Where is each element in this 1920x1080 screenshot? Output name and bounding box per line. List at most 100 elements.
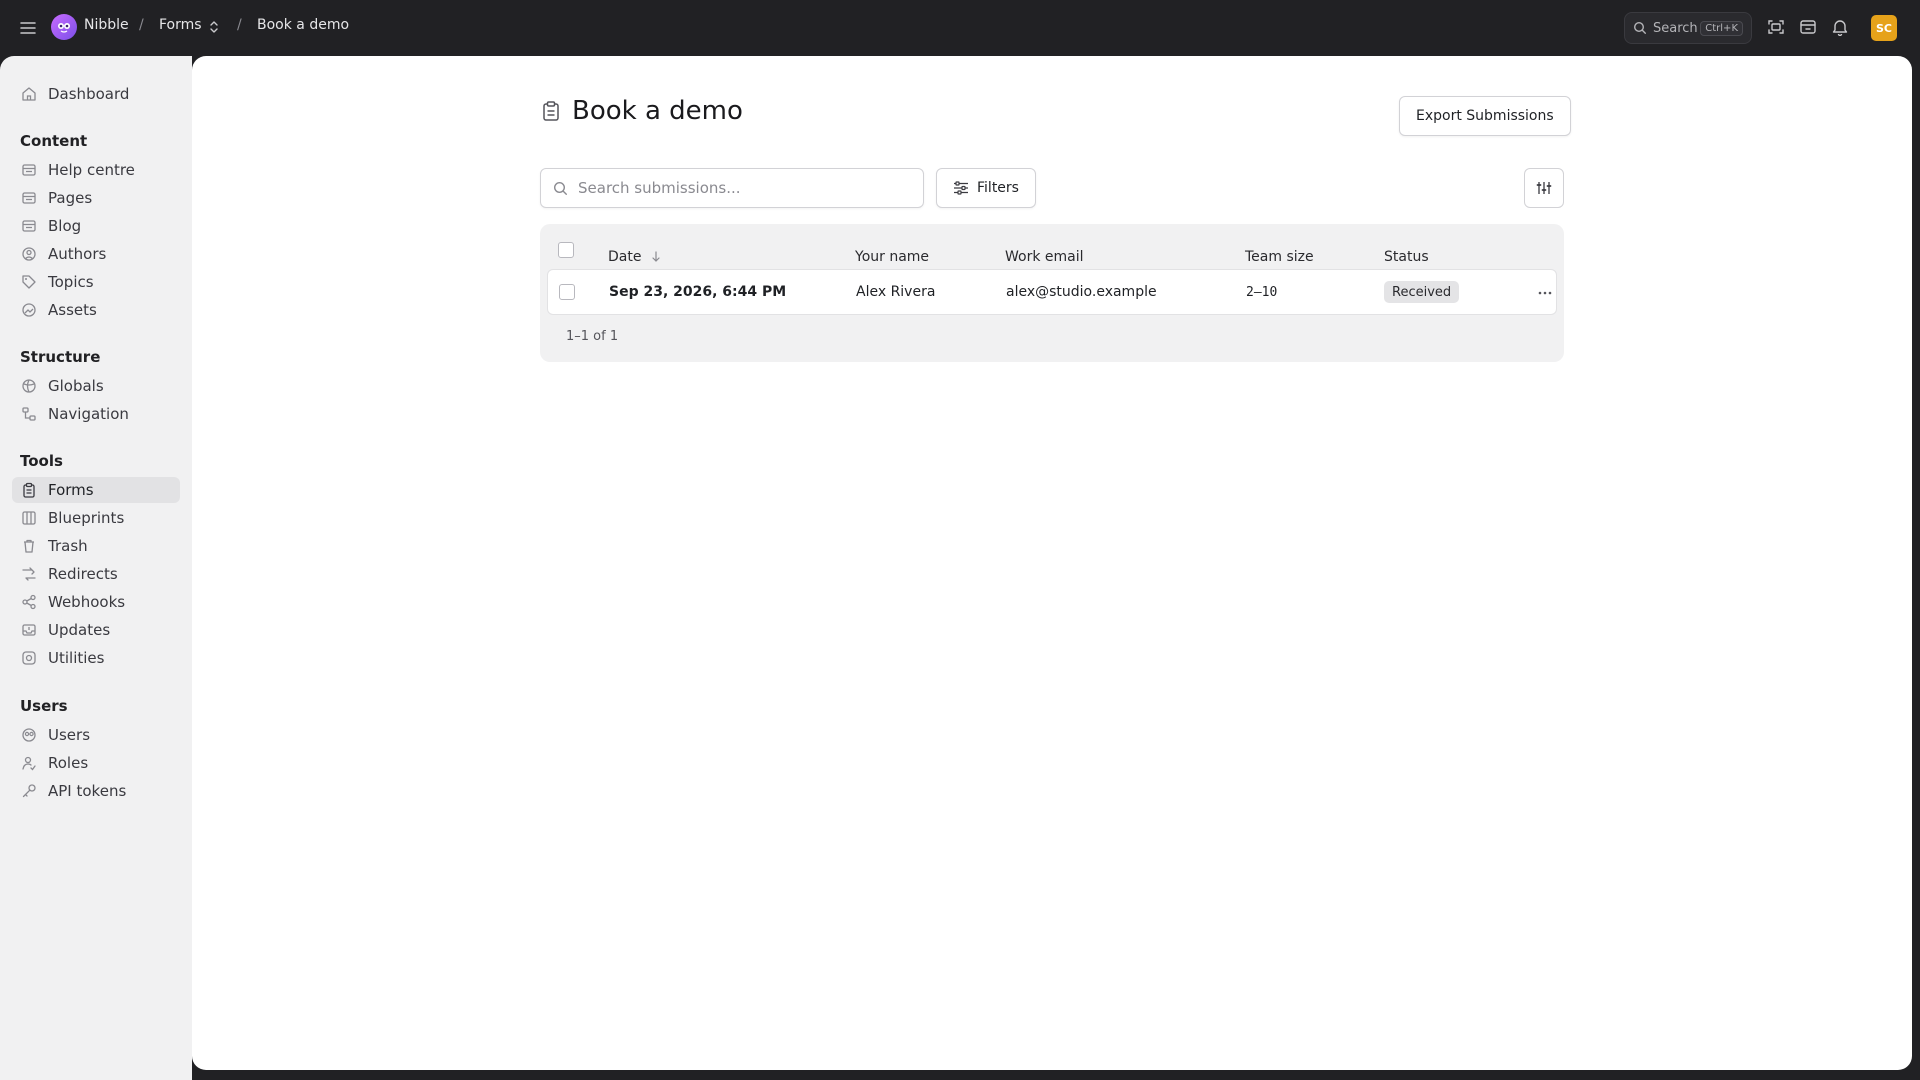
key-icon <box>20 782 38 800</box>
sidebar-item-blueprints[interactable]: Blueprints <box>12 505 180 531</box>
sidebar-item-users[interactable]: Users <box>12 722 180 748</box>
breadcrumb-separator: / <box>139 17 144 33</box>
column-header-date[interactable]: Date <box>608 249 661 265</box>
breadcrumb-forms[interactable]: Forms <box>159 17 202 33</box>
cell-email: alex@studio.example <box>1006 284 1157 300</box>
assets-icon <box>20 301 38 319</box>
sidebar-item-label: Webhooks <box>48 593 126 611</box>
share-icon <box>20 593 38 611</box>
chevron-up-down-icon[interactable] <box>208 19 220 35</box>
pagination-summary: 1–1 of 1 <box>566 329 619 344</box>
search-icon <box>1633 21 1647 35</box>
column-header-label: Date <box>608 249 642 265</box>
site-preview-icon[interactable] <box>1798 17 1818 37</box>
clipboard-icon <box>540 100 562 122</box>
filters-button[interactable]: Filters <box>936 168 1036 208</box>
page-header: Book a demo <box>540 96 743 126</box>
sidebar-item-dashboard[interactable]: Dashboard <box>12 81 180 107</box>
home-icon <box>20 85 38 103</box>
sidebar-item-topics[interactable]: Topics <box>12 269 180 295</box>
sidebar-item-label: Assets <box>48 301 97 319</box>
column-header-work-email[interactable]: Work email <box>1005 249 1084 265</box>
users-icon <box>20 726 38 744</box>
cell-date[interactable]: Sep 23, 2026, 6:44 PM <box>609 284 786 300</box>
sidebar-item-label: Redirects <box>48 565 118 583</box>
globe-icon <box>20 377 38 395</box>
user-role-icon <box>20 754 38 772</box>
sidebar-item-help-centre[interactable]: Help centre <box>12 157 180 183</box>
arrow-down-icon <box>651 251 661 263</box>
sidebar-item-redirects[interactable]: Redirects <box>12 561 180 587</box>
sidebar-item-label: Authors <box>48 245 107 263</box>
menu-icon[interactable] <box>16 16 40 40</box>
sidebar-item-api-tokens[interactable]: API tokens <box>12 778 180 804</box>
column-header-status[interactable]: Status <box>1384 249 1429 265</box>
utilities-icon <box>20 649 38 667</box>
page-title: Book a demo <box>572 96 743 126</box>
user-circle-icon <box>20 245 38 263</box>
sidebar-group-structure: Structure <box>20 348 101 366</box>
sidebar-item-label: Globals <box>48 377 104 395</box>
sidebar-item-label: Pages <box>48 189 93 207</box>
sidebar-item-utilities[interactable]: Utilities <box>12 645 180 671</box>
sidebar-item-label: Blog <box>48 217 82 235</box>
tag-icon <box>20 273 38 291</box>
sidebar-item-label: Blueprints <box>48 509 125 527</box>
sidebar-item-globals[interactable]: Globals <box>12 373 180 399</box>
settings-sliders-icon <box>1536 180 1552 196</box>
sidebar-item-blog[interactable]: Blog <box>12 213 180 239</box>
filters-label: Filters <box>977 180 1019 196</box>
user-avatar[interactable]: SC <box>1871 15 1897 41</box>
export-submissions-button[interactable]: Export Submissions <box>1399 96 1571 136</box>
sidebar-item-pages[interactable]: Pages <box>12 185 180 211</box>
more-actions-icon[interactable] <box>1535 283 1555 303</box>
main-content: Book a demo Export Submissions Filters D… <box>192 56 1912 1070</box>
column-header-team-size[interactable]: Team size <box>1245 249 1314 265</box>
collection-icon <box>20 217 38 235</box>
sidebar-item-webhooks[interactable]: Webhooks <box>12 589 180 615</box>
sidebar-item-label: Users <box>48 726 91 744</box>
sidebar-item-forms[interactable]: Forms <box>12 477 180 503</box>
sidebar-item-label: Dashboard <box>48 85 130 103</box>
site-logo[interactable] <box>51 14 77 40</box>
sidebar-item-label: Help centre <box>48 161 135 179</box>
sidebar-item-assets[interactable]: Assets <box>12 297 180 323</box>
trash-icon <box>20 537 38 555</box>
sidebar-item-label: Updates <box>48 621 111 639</box>
site-name[interactable]: Nibble <box>84 17 129 33</box>
bell-icon[interactable] <box>1830 17 1850 37</box>
search-shortcut: Ctrl+K <box>1700 20 1743 36</box>
cell-team-size: 2–10 <box>1246 285 1278 300</box>
sidebar-group-tools: Tools <box>20 452 63 470</box>
hierarchy-icon <box>20 405 38 423</box>
submissions-table: Date Your name Work email Team size Stat… <box>540 224 1564 362</box>
sidebar-item-navigation[interactable]: Navigation <box>12 401 180 427</box>
search-input[interactable] <box>578 179 898 197</box>
column-header-your-name[interactable]: Your name <box>855 249 929 265</box>
sidebar-item-label: Roles <box>48 754 89 772</box>
sidebar-item-trash[interactable]: Trash <box>12 533 180 559</box>
sidebar-item-label: Trash <box>48 537 88 555</box>
select-all-checkbox[interactable] <box>558 242 574 258</box>
sidebar-item-label: Navigation <box>48 405 129 423</box>
sliders-icon <box>953 181 969 195</box>
sidebar-item-label: API tokens <box>48 782 127 800</box>
status-badge: Received <box>1384 281 1460 303</box>
viewport-icon[interactable] <box>1766 17 1786 37</box>
search-label: Search <box>1653 20 1698 36</box>
inbox-icon <box>20 621 38 639</box>
row-checkbox[interactable] <box>559 284 575 300</box>
column-settings-button[interactable] <box>1524 168 1564 208</box>
sidebar-item-roles[interactable]: Roles <box>12 750 180 776</box>
sidebar-group-users: Users <box>20 697 68 715</box>
submissions-search[interactable] <box>540 168 924 208</box>
sidebar-item-updates[interactable]: Updates <box>12 617 180 643</box>
sidebar-item-authors[interactable]: Authors <box>12 241 180 267</box>
collection-icon <box>20 161 38 179</box>
global-search-button[interactable]: Search Ctrl+K <box>1624 12 1752 44</box>
search-icon <box>553 181 568 196</box>
breadcrumb-separator: / <box>237 17 242 33</box>
table-row[interactable]: Sep 23, 2026, 6:44 PM Alex Rivera alex@s… <box>547 269 1557 315</box>
sidebar-item-label: Topics <box>48 273 94 291</box>
sidebar-group-content: Content <box>20 132 88 150</box>
